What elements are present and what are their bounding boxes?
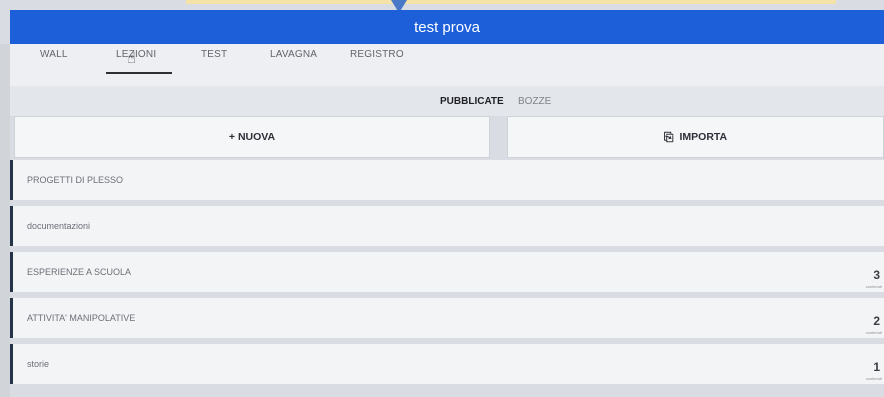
main-tabs: WALL LEZIONI TEST LAVAGNA REGISTRO bbox=[10, 44, 884, 87]
hand-pointer-icon: ☝ bbox=[127, 50, 137, 67]
lesson-title: ATTIVITA' MANIPOLATIVE bbox=[27, 313, 136, 323]
app-header: test prova bbox=[10, 10, 884, 44]
top-strip bbox=[186, 0, 836, 4]
lesson-count-label: contenuti bbox=[865, 284, 882, 289]
tab-lavagna[interactable]: LAVAGNA bbox=[270, 49, 317, 72]
page-title: test prova bbox=[414, 18, 480, 36]
tab-bozze[interactable]: BOZZE bbox=[518, 96, 551, 107]
lesson-count-label: contenuti bbox=[865, 376, 882, 381]
list-item[interactable]: ESPERIENZE A SCUOLA 3 contenuti bbox=[10, 252, 884, 292]
lesson-count: 2 bbox=[873, 314, 880, 328]
lesson-count-label: contenuti bbox=[865, 330, 882, 335]
import-label: IMPORTA bbox=[679, 131, 728, 143]
tab-pubblicate[interactable]: PUBBLICATE bbox=[440, 96, 504, 107]
lesson-count: 1 bbox=[873, 360, 880, 374]
clipboard-icon: ⎘ bbox=[663, 129, 674, 144]
lesson-title: PROGETTI DI PLESSO bbox=[27, 175, 124, 185]
tab-test[interactable]: TEST bbox=[201, 49, 227, 72]
lesson-list: PROGETTI DI PLESSO documentazioni ESPERI… bbox=[10, 160, 884, 390]
import-button[interactable]: ⎘ IMPORTA bbox=[507, 116, 884, 158]
list-item[interactable]: PROGETTI DI PLESSO bbox=[10, 160, 884, 200]
left-edge bbox=[0, 44, 10, 397]
lesson-title: storie bbox=[27, 359, 50, 369]
tab-lezioni[interactable]: LEZIONI bbox=[105, 49, 173, 74]
list-item[interactable]: documentazioni bbox=[10, 206, 884, 246]
lesson-count: 3 bbox=[873, 268, 880, 282]
lesson-title: ESPERIENZE A SCUOLA bbox=[27, 267, 132, 277]
new-lesson-button[interactable]: + NUOVA bbox=[14, 116, 490, 158]
new-lesson-label: + NUOVA bbox=[228, 131, 276, 143]
tab-registro[interactable]: REGISTRO bbox=[350, 49, 404, 72]
lesson-title: documentazioni bbox=[27, 221, 91, 231]
tab-wall[interactable]: WALL bbox=[40, 49, 68, 72]
list-item[interactable]: storie 1 contenuti bbox=[10, 344, 884, 384]
publication-tabs: PUBBLICATE BOZZE bbox=[10, 86, 884, 116]
list-item[interactable]: ATTIVITA' MANIPOLATIVE 2 contenuti bbox=[10, 298, 884, 338]
